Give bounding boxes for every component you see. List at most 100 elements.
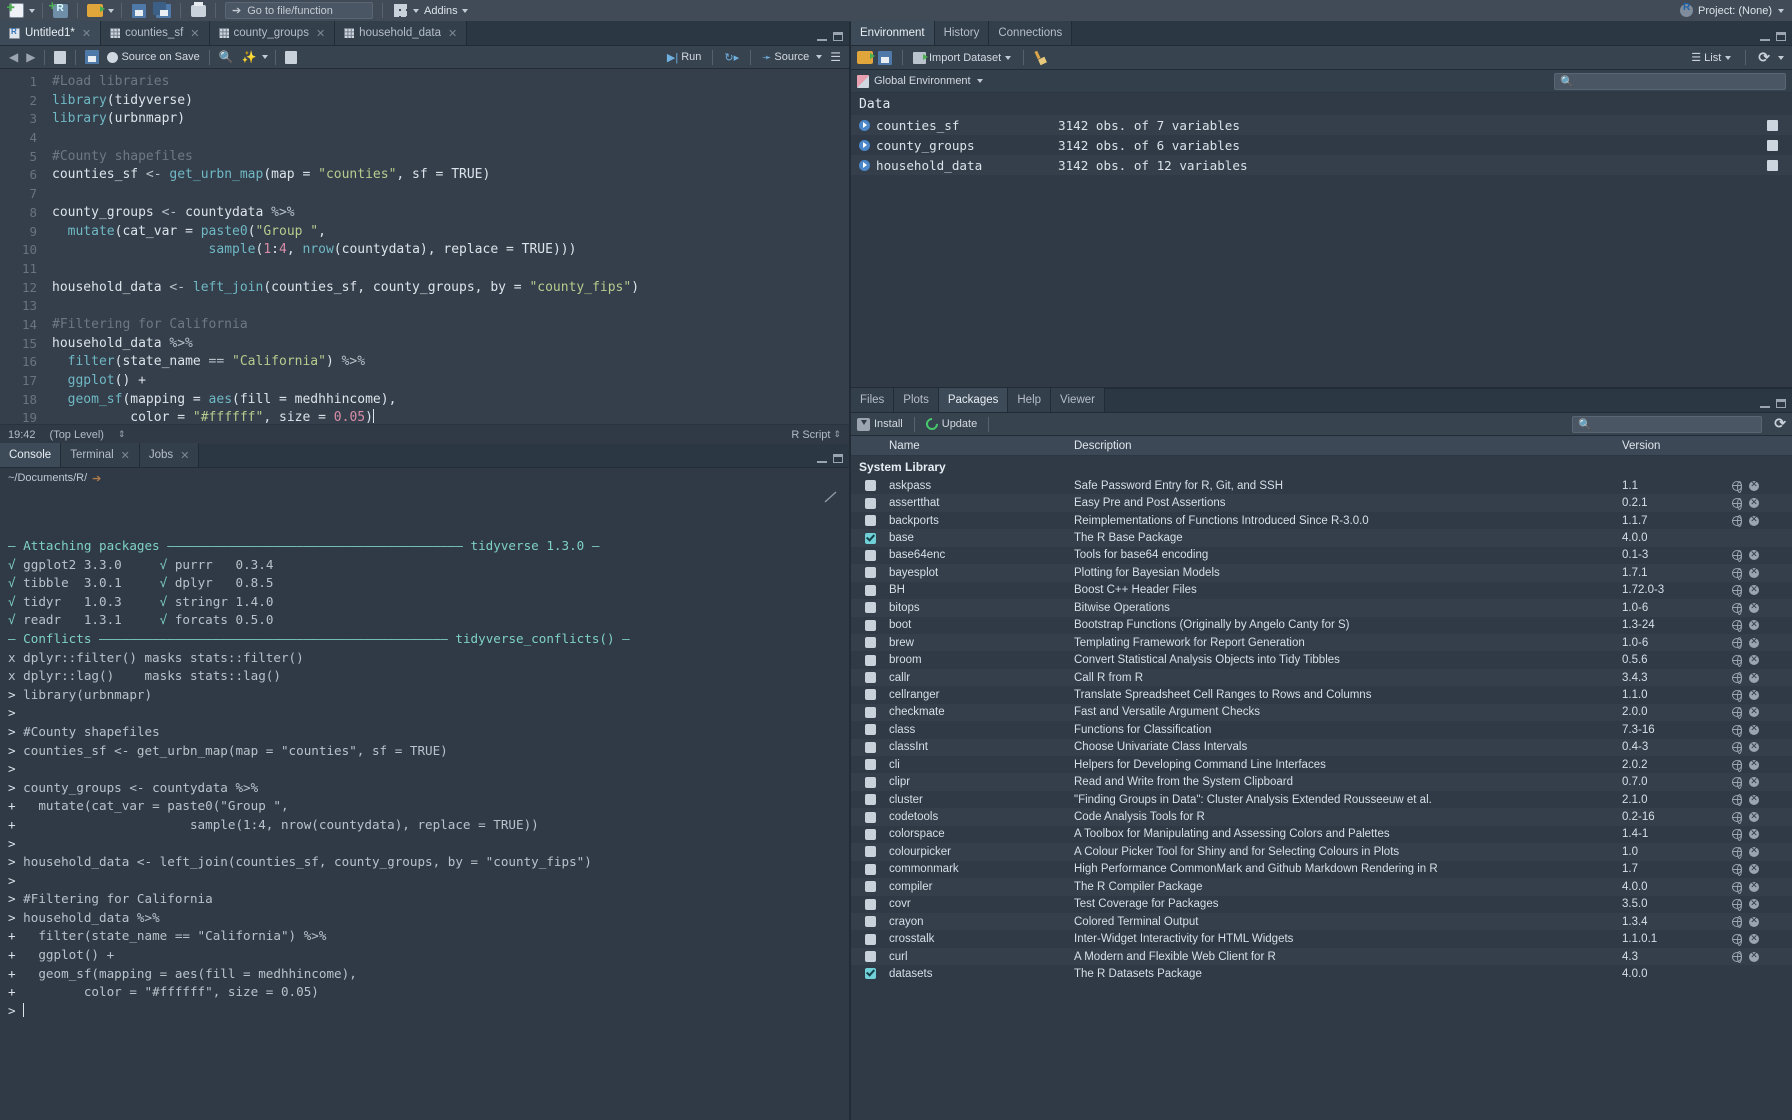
package-row[interactable]: base The R Base Package 4.0.0 bbox=[851, 529, 1792, 547]
package-checkbox[interactable] bbox=[864, 811, 876, 823]
browse-package-globe-icon[interactable] bbox=[1731, 707, 1742, 720]
packages-table-body[interactable]: System Library askpass Safe Password Entr… bbox=[851, 456, 1792, 1120]
goto-file-function-input[interactable]: ➔ Go to file/function bbox=[225, 2, 373, 19]
browse-package-globe-icon[interactable] bbox=[1731, 672, 1742, 685]
remove-package-icon[interactable]: ✕ bbox=[1749, 812, 1759, 823]
package-row[interactable]: clipr Read and Write from the System Clip… bbox=[851, 773, 1792, 791]
tab-connections[interactable]: Connections bbox=[989, 21, 1073, 45]
package-name[interactable]: askpass bbox=[889, 480, 1074, 492]
browse-package-globe-icon[interactable] bbox=[1731, 637, 1742, 650]
browse-package-globe-icon[interactable] bbox=[1731, 550, 1742, 563]
package-checkbox[interactable] bbox=[864, 951, 876, 963]
print-button[interactable] bbox=[186, 1, 210, 20]
browse-package-globe-icon[interactable] bbox=[1731, 497, 1742, 510]
console-output[interactable]: — Attaching packages ———————————————————… bbox=[0, 488, 849, 1120]
browse-package-globe-icon[interactable] bbox=[1731, 742, 1742, 755]
code-line[interactable] bbox=[52, 185, 849, 204]
remove-package-icon[interactable]: ✕ bbox=[1749, 881, 1759, 892]
package-checkbox[interactable] bbox=[864, 898, 876, 910]
maximize-icon[interactable] bbox=[833, 454, 843, 463]
minimize-icon[interactable] bbox=[817, 33, 827, 41]
expand-icon[interactable] bbox=[859, 159, 870, 171]
package-checkbox[interactable] bbox=[864, 549, 876, 561]
document-outline-button[interactable]: ☰ bbox=[826, 48, 845, 67]
package-row[interactable]: callr Call R from R 3.4.3 ✕ bbox=[851, 668, 1792, 687]
browse-package-globe-icon[interactable] bbox=[1731, 811, 1742, 824]
package-name[interactable]: backports bbox=[889, 515, 1074, 527]
minimize-icon[interactable] bbox=[1760, 400, 1770, 408]
view-data-grid-icon[interactable] bbox=[1767, 139, 1778, 151]
close-icon[interactable]: ✕ bbox=[316, 27, 325, 40]
addins-button[interactable]: Addins bbox=[421, 5, 461, 17]
code-line[interactable]: sample(1:4, nrow(countydata), replace = … bbox=[52, 241, 849, 260]
package-checkbox[interactable] bbox=[864, 654, 876, 666]
remove-package-icon[interactable]: ✕ bbox=[1749, 707, 1759, 718]
package-name[interactable]: compiler bbox=[889, 881, 1074, 893]
code-line[interactable]: household_data <- left_join(counties_sf,… bbox=[52, 279, 849, 298]
package-row[interactable]: base64enc Tools for base64 encoding 0.1-3 ✕ bbox=[851, 547, 1792, 564]
browse-package-globe-icon[interactable] bbox=[1731, 759, 1742, 772]
remove-package-icon[interactable]: ✕ bbox=[1749, 829, 1759, 840]
browse-package-globe-icon[interactable] bbox=[1731, 620, 1742, 633]
environment-item[interactable]: counties_sf 3142 obs. of 7 variables bbox=[851, 115, 1792, 135]
environment-scope-label[interactable]: Global Environment bbox=[874, 75, 971, 87]
package-row[interactable]: broom Convert Statistical Analysis Object… bbox=[851, 651, 1792, 668]
import-dataset-button[interactable]: Import Dataset bbox=[913, 51, 1013, 64]
code-line[interactable]: #Filtering for California bbox=[52, 316, 849, 335]
package-checkbox[interactable] bbox=[864, 689, 876, 701]
package-checkbox[interactable] bbox=[864, 497, 876, 509]
package-checkbox[interactable] bbox=[864, 567, 876, 579]
expand-icon[interactable] bbox=[859, 119, 870, 131]
package-row[interactable]: cli Helpers for Developing Command Line I… bbox=[851, 756, 1792, 773]
code-tools-caret[interactable] bbox=[261, 55, 268, 59]
tab-counties-sf[interactable]: counties_sf ✕ bbox=[101, 21, 210, 45]
minimize-icon[interactable] bbox=[817, 455, 827, 463]
remove-package-icon[interactable]: ✕ bbox=[1749, 951, 1759, 962]
code-line[interactable]: mutate(cat_var = paste0("Group ", bbox=[52, 223, 849, 242]
name-column-header[interactable]: Name bbox=[889, 440, 1074, 452]
update-packages-button[interactable]: Update bbox=[923, 415, 977, 433]
remove-package-icon[interactable]: ✕ bbox=[1749, 637, 1759, 648]
view-mode-selector[interactable]: ☰ List bbox=[1691, 51, 1733, 64]
package-row[interactable]: compiler The R Compiler Package 4.0.0 ✕ bbox=[851, 878, 1792, 896]
remove-package-icon[interactable]: ✕ bbox=[1749, 899, 1759, 910]
package-name[interactable]: class bbox=[889, 724, 1074, 736]
tab-terminal[interactable]: Terminal ✕ bbox=[61, 443, 140, 467]
package-row[interactable]: checkmate Fast and Versatile Argument Che… bbox=[851, 703, 1792, 722]
scope-dropdown-caret[interactable] bbox=[976, 79, 983, 83]
tab-county-groups[interactable]: county_groups ✕ bbox=[209, 21, 336, 45]
project-selector[interactable]: Project: (None) bbox=[1680, 0, 1786, 21]
source-dropdown-caret[interactable] bbox=[816, 55, 823, 59]
package-row[interactable]: brew Templating Framework for Report Gene… bbox=[851, 633, 1792, 652]
close-icon[interactable]: ✕ bbox=[121, 449, 130, 462]
package-name[interactable]: colorspace bbox=[889, 828, 1074, 840]
package-name[interactable]: crayon bbox=[889, 916, 1074, 928]
code-line[interactable]: county_groups <- countydata %>% bbox=[52, 204, 849, 223]
view-mode-caret[interactable] bbox=[1725, 55, 1732, 60]
package-name[interactable]: cluster bbox=[889, 794, 1074, 806]
import-dropdown-caret[interactable] bbox=[1005, 55, 1012, 60]
maximize-icon[interactable] bbox=[833, 32, 843, 41]
tab-packages[interactable]: Packages bbox=[938, 388, 1009, 412]
close-icon[interactable]: ✕ bbox=[82, 27, 91, 40]
remove-package-icon[interactable]: ✕ bbox=[1749, 759, 1759, 770]
workspace-panes-button[interactable] bbox=[388, 1, 412, 20]
package-row[interactable]: crayon Colored Terminal Output 1.3.4 ✕ bbox=[851, 912, 1792, 931]
compile-report-button[interactable] bbox=[281, 48, 301, 67]
remove-package-icon[interactable]: ✕ bbox=[1749, 864, 1759, 875]
remove-package-icon[interactable]: ✕ bbox=[1749, 515, 1759, 526]
package-row[interactable]: covr Test Coverage for Packages 3.5.0 ✕ bbox=[851, 896, 1792, 913]
code-line[interactable]: ggplot() + bbox=[52, 372, 849, 391]
package-name[interactable]: bitops bbox=[889, 602, 1074, 614]
package-name[interactable]: clipr bbox=[889, 776, 1074, 788]
package-name[interactable]: crosstalk bbox=[889, 933, 1074, 945]
save-workspace-button[interactable] bbox=[878, 50, 892, 65]
forward-button[interactable]: ▶ bbox=[22, 48, 39, 67]
tab-plots[interactable]: Plots bbox=[894, 388, 939, 412]
package-row[interactable]: askpass Safe Password Entry for R, Git, a… bbox=[851, 477, 1792, 494]
package-row[interactable]: cellranger Translate Spreadsheet Cell Ran… bbox=[851, 686, 1792, 703]
remove-package-icon[interactable]: ✕ bbox=[1749, 620, 1759, 631]
remove-package-icon[interactable]: ✕ bbox=[1749, 777, 1759, 788]
package-checkbox[interactable] bbox=[864, 672, 876, 684]
new-file-dropdown-caret[interactable] bbox=[29, 8, 35, 13]
